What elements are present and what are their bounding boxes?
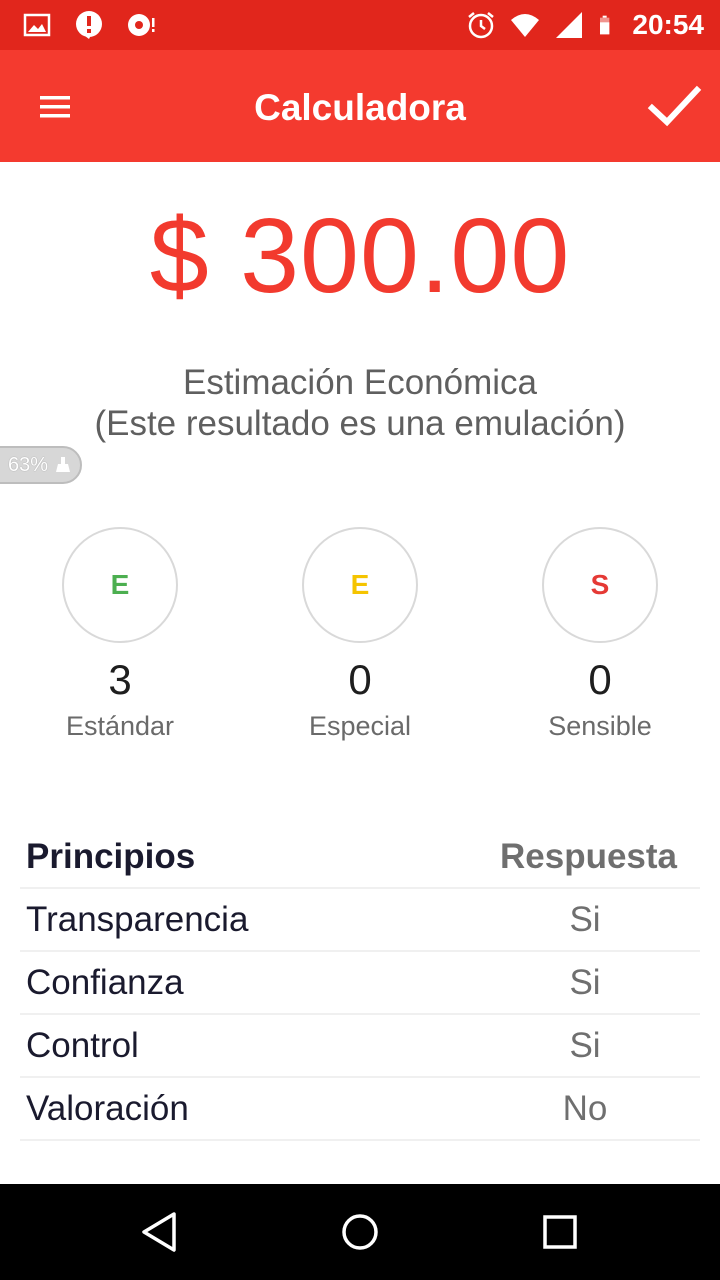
home-button[interactable] — [336, 1208, 384, 1256]
battery-icon — [600, 15, 610, 35]
image-icon — [23, 13, 51, 37]
check-icon — [647, 85, 702, 127]
back-icon — [142, 1212, 176, 1252]
status-bar: 20:54 — [0, 0, 720, 50]
table-row: Valoración No — [20, 1078, 700, 1141]
table-header: Principios Respuesta — [20, 826, 700, 889]
row-principle: Valoración — [26, 1089, 189, 1128]
category-label: Sensible — [548, 711, 652, 741]
estimate-note: (Este resultado es una emulación) — [94, 404, 626, 443]
category-count: 3 — [108, 656, 132, 703]
category-badge: E — [62, 527, 178, 643]
alert-icon — [76, 11, 102, 39]
row-principle: Transparencia — [26, 900, 249, 939]
amount-value: $ 300.00 — [149, 197, 571, 315]
recents-button[interactable] — [536, 1208, 584, 1256]
alarm-icon — [468, 12, 495, 39]
row-principle: Control — [26, 1026, 139, 1065]
table-row: Transparencia Si — [20, 889, 700, 952]
category-label: Especial — [308, 711, 412, 741]
category-standard: E 3 Estándar — [30, 527, 210, 743]
category-label: Estándar — [65, 711, 175, 741]
category-special: E 0 Especial — [270, 527, 450, 743]
clock: 20:54 — [632, 9, 704, 40]
row-answer: No — [562, 1089, 608, 1128]
header-answer: Respuesta — [500, 837, 678, 876]
category-count: 0 — [348, 656, 372, 703]
confirm-button[interactable] — [642, 76, 706, 136]
row-answer: Si — [569, 963, 601, 1002]
row-principle: Confianza — [26, 963, 184, 1002]
back-button[interactable] — [136, 1208, 184, 1256]
header-principle: Principios — [26, 837, 196, 876]
recents-icon — [543, 1215, 577, 1249]
table-row: Control Si — [20, 1015, 700, 1078]
navigation-bar — [0, 1184, 720, 1280]
principles-table: Principios Respuesta Transparencia Si Co… — [20, 826, 700, 1141]
cleaner-icon — [56, 457, 71, 472]
category-sensitive: S 0 Sensible — [510, 527, 690, 743]
table-row: Confianza Si — [20, 952, 700, 1015]
media-icon — [128, 14, 155, 36]
signal-icon — [556, 12, 583, 38]
page-title: Calculadora — [254, 87, 466, 128]
category-badge: E — [302, 527, 418, 643]
battery-overlay[interactable]: 63% — [0, 446, 82, 484]
app-bar: Calculadora — [0, 50, 720, 162]
row-answer: Si — [569, 900, 601, 939]
category-badge: S — [542, 527, 658, 643]
wifi-icon — [511, 14, 540, 37]
row-answer: Si — [569, 1026, 601, 1065]
category-count: 0 — [588, 656, 612, 703]
estimate-title: Estimación Económica — [182, 363, 538, 402]
battery-percent: 63% — [8, 453, 49, 476]
home-icon — [342, 1214, 378, 1250]
